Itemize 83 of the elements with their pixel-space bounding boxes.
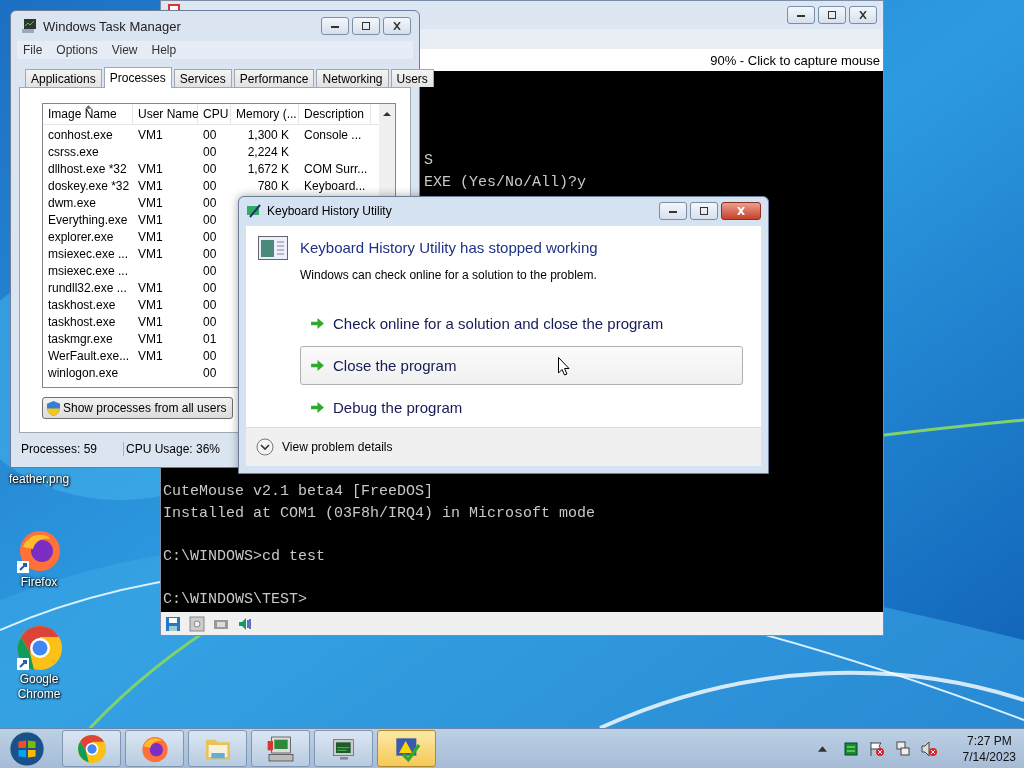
table-cell: 00	[203, 349, 217, 363]
table-cell: csrss.exe	[48, 145, 99, 159]
command-link[interactable]: Check online for a solution and close the program	[300, 303, 743, 343]
table-cell: doskey.exe *32	[48, 179, 130, 193]
tab[interactable]: Users	[390, 69, 434, 87]
status-text: CPU Usage: 36%	[125, 442, 222, 456]
table-cell: 01	[203, 332, 217, 346]
tab[interactable]: Processes	[103, 67, 172, 88]
table-cell: 1,672 K	[247, 162, 289, 176]
table-cell: winlogon.exe	[48, 366, 119, 380]
column-header[interactable]: CPU	[198, 104, 231, 124]
console-line: Installed at COM1 (03F8h/IRQ4) in Microsoft mode	[163, 503, 596, 524]
show-all-processes-button[interactable]: Show processes from all users	[42, 397, 234, 419]
table-cell: 2,224 K	[247, 145, 289, 159]
table-cell: conhost.exe	[48, 128, 113, 142]
capture-status-text: 90% - Click to capture mouse	[710, 52, 880, 68]
window-title: Keyboard History Utility	[267, 204, 392, 219]
table-cell: VM1	[138, 128, 163, 142]
menu-item[interactable]: Help	[151, 43, 177, 57]
tab[interactable]: Performance	[233, 69, 315, 87]
column-header[interactable]: User Name	[133, 104, 198, 124]
tab[interactable]: Services	[173, 69, 232, 87]
dialog-heading: Keyboard History Utility has stopped working	[300, 239, 598, 257]
table-cell: taskhost.exe	[48, 298, 116, 312]
table-cell: 00	[203, 366, 217, 380]
table-cell: 00	[203, 315, 217, 329]
menu-item[interactable]: File	[23, 43, 43, 57]
table-cell: rundll32.exe ...	[48, 281, 127, 295]
table-cell: Everything.exe	[48, 213, 128, 227]
table-cell: VM1	[138, 230, 163, 244]
table-cell: VM1	[138, 179, 163, 193]
status-text: Processes: 59	[19, 442, 124, 456]
table-cell: 00	[203, 196, 217, 210]
table-cell: 00	[203, 298, 217, 312]
table-cell: 00	[203, 230, 217, 244]
table-cell: dllhost.exe *32	[48, 162, 127, 176]
table-cell: 00	[203, 145, 217, 159]
table-cell: 00	[203, 162, 217, 176]
column-header[interactable]: Image Name	[43, 104, 133, 124]
menu-item[interactable]: View	[111, 43, 138, 57]
table-cell: VM1	[138, 332, 163, 346]
table-cell: VM1	[138, 247, 163, 261]
table-cell: 00	[203, 247, 217, 261]
table-cell: 1,300 K	[247, 128, 289, 142]
table-cell: 00	[203, 179, 217, 193]
console-line: EXE (Yes/No/All)?y	[424, 175, 587, 190]
table-cell: explorer.exe	[48, 230, 114, 244]
table-cell: 00	[203, 128, 217, 142]
command-link[interactable]: Debug the program	[300, 387, 743, 427]
table-cell: 00	[203, 264, 217, 278]
console-line: C:\WINDOWS\TEST>	[163, 590, 308, 611]
table-cell: 00	[203, 213, 217, 227]
tab[interactable]: Applications	[25, 69, 102, 87]
table-cell: taskhost.exe	[48, 315, 116, 329]
window-title: Windows Task Manager	[43, 18, 181, 34]
table-cell: VM1	[138, 349, 163, 363]
table-cell: Keyboard...	[304, 179, 366, 193]
table-cell: VM1	[138, 315, 163, 329]
column-header[interactable]: Memory (...	[231, 104, 299, 124]
console-line: CuteMouse v2.1 beta4 [FreeDOS]	[163, 482, 434, 503]
column-header[interactable]: Description	[299, 104, 371, 124]
tab[interactable]: Networking	[316, 69, 389, 87]
console-line: S	[424, 154, 433, 169]
view-details-button[interactable]: View problem details	[256, 437, 393, 456]
table-cell: COM Surr...	[304, 162, 368, 176]
table-cell: msiexec.exe ...	[48, 247, 129, 261]
dialog-message: Windows can check online for a solution to the problem.	[300, 267, 598, 282]
command-link[interactable]: Close the program	[300, 345, 743, 385]
clock[interactable]: 7:27 PM 7/14/2023	[962, 732, 1016, 765]
table-cell: VM1	[138, 162, 163, 176]
table-cell: VM1	[138, 213, 163, 227]
table-cell: 00	[203, 281, 217, 295]
console-line: C:\WINDOWS>cd test	[163, 547, 326, 568]
table-cell: VM1	[138, 298, 163, 312]
table-cell: msiexec.exe ...	[48, 264, 129, 278]
table-cell: WerFault.exe...	[48, 349, 130, 363]
table-cell: taskmgr.exe	[48, 332, 113, 346]
table-cell: VM1	[138, 281, 163, 295]
table-cell: Console ...	[304, 128, 362, 142]
table-cell: dwm.exe	[48, 196, 97, 210]
menu-item[interactable]: Options	[56, 43, 98, 57]
table-cell: VM1	[138, 196, 163, 210]
table-cell: 780 K	[257, 179, 289, 193]
